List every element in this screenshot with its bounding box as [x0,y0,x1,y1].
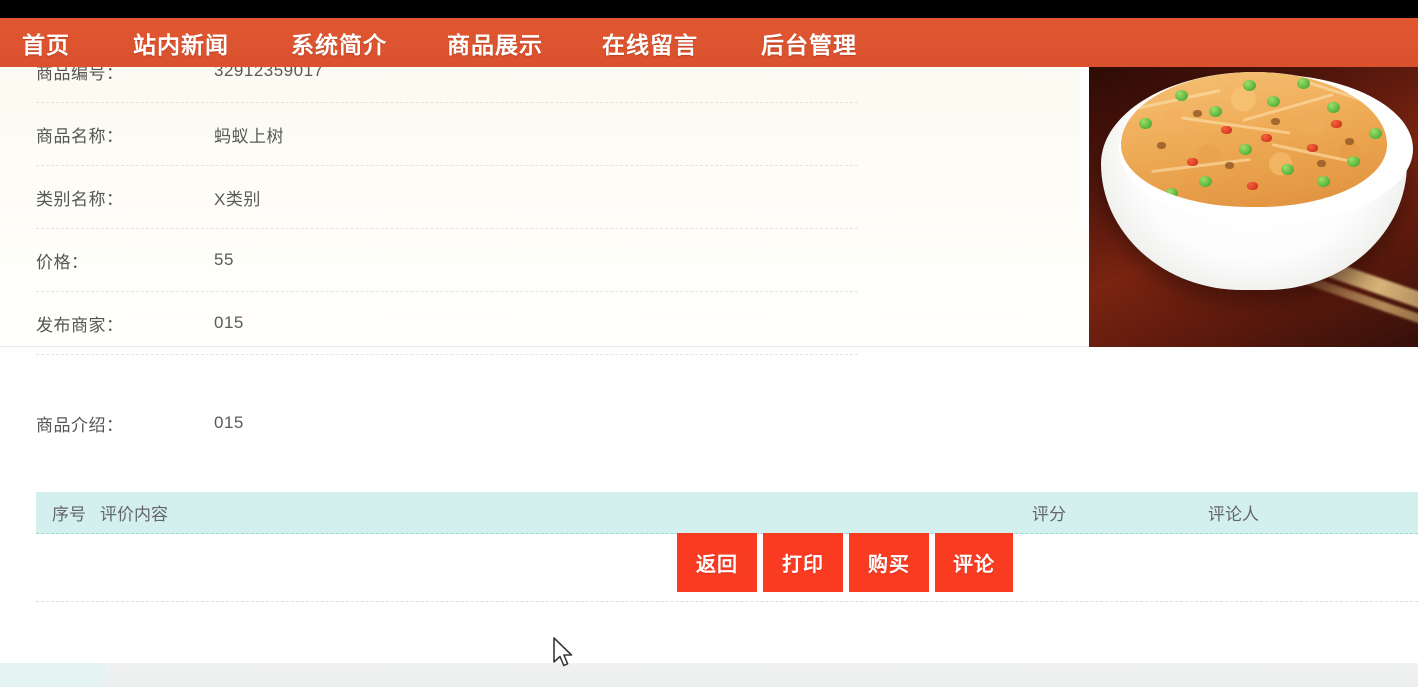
browser-top-strip [0,0,1418,18]
nav-item-products[interactable]: 商品展示 [447,26,543,60]
main-navigation: 首页 站内新闻 系统简介 商品展示 在线留言 后台管理 [0,18,1418,67]
detail-value: 015 [214,313,244,332]
back-button[interactable]: 返回 [677,533,757,592]
detail-label: 类别名称： [36,189,124,209]
print-button[interactable]: 打印 [763,533,843,592]
comment-button[interactable]: 评论 [935,533,1013,592]
footer-accent [0,663,105,687]
detail-value: 015 [214,413,244,432]
page-root: 商品编号： 32912359017 商品名称： 蚂蚁上树 类别名称： X类别 价… [0,0,1418,687]
detail-label: 商品介绍： [36,415,124,435]
nav-item-news[interactable]: 站内新闻 [133,26,229,60]
column-header-score: 评分 [1032,505,1066,524]
detail-value: 55 [214,250,234,269]
column-header-index: 序号 [52,505,86,524]
action-button-bar: 返回 打印 购买 评论 [677,533,1013,592]
detail-row-product-name: 商品名称： 蚂蚁上树 [36,103,858,166]
product-image [1089,66,1418,347]
review-table-header: 序号 评价内容 评分 评论人 [36,492,1418,534]
detail-value: X类别 [214,189,261,209]
noodle-dish [1121,72,1387,207]
detail-label: 价格： [36,252,89,272]
detail-label: 商品名称： [36,126,124,146]
nav-item-home[interactable]: 首页 [22,26,70,60]
buy-button[interactable]: 购买 [849,533,929,592]
detail-label: 发布商家： [36,315,124,335]
detail-value: 蚂蚁上树 [214,126,284,146]
column-header-content: 评价内容 [100,505,168,524]
nav-item-about[interactable]: 系统简介 [291,26,387,60]
column-header-author: 评论人 [1208,505,1259,524]
footer-band [0,663,1418,687]
detail-row-introduction: 商品介绍： 015 [36,395,856,451]
detail-row-price: 价格： 55 [36,229,858,292]
detail-row-category-name: 类别名称： X类别 [36,166,858,229]
nav-item-message[interactable]: 在线留言 [602,26,698,60]
nav-item-admin[interactable]: 后台管理 [761,26,857,60]
